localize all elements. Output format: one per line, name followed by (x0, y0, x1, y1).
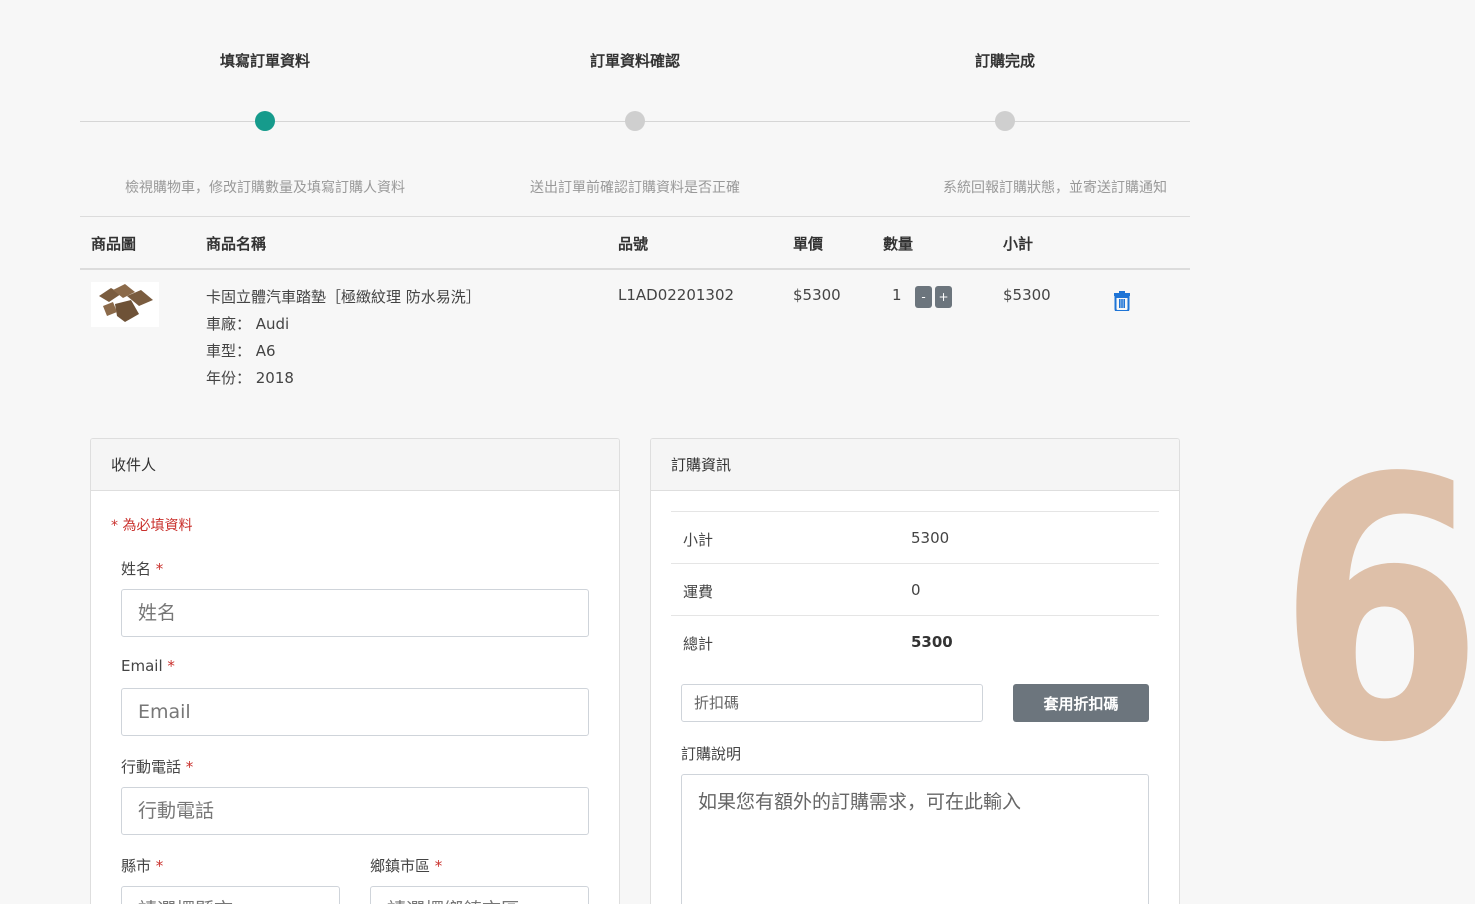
product-brand: 車廠： Audi (206, 315, 290, 333)
county-label: 縣市 * (121, 857, 164, 875)
step-1-description: 檢視購物車，修改訂購數量及填寫訂購人資料 (125, 180, 405, 196)
table-header-border (80, 268, 1190, 270)
order-note-label: 訂購說明 (681, 745, 742, 763)
product-sku: L1AD02201302 (618, 286, 735, 304)
product-unit-price: $5300 (793, 286, 841, 304)
product-year: 年份： 2018 (206, 369, 294, 387)
apply-coupon-button[interactable]: 套用折扣碼 (1013, 684, 1149, 722)
order-info-panel-title: 訂購資訊 (651, 439, 1179, 491)
summary-divider (671, 511, 1159, 512)
quantity-increase-button[interactable]: + (935, 286, 952, 308)
phone-label: 行動電話 * (121, 758, 194, 776)
header-product-image: 商品圖 (91, 235, 137, 253)
name-label: 姓名 * (121, 560, 164, 578)
table-top-border (80, 216, 1190, 217)
trash-icon[interactable] (1114, 291, 1130, 312)
email-label: Email * (121, 657, 175, 675)
step-2-title: 訂單資料確認 (589, 52, 681, 70)
county-select[interactable] (121, 886, 340, 904)
coupon-code-input[interactable] (681, 684, 983, 722)
summary-shipping-label: 運費 (683, 583, 714, 601)
order-note-textarea[interactable] (681, 774, 1149, 904)
step-3-title: 訂購完成 (974, 52, 1036, 70)
phone-input[interactable] (121, 787, 589, 835)
header-sku: 品號 (618, 235, 649, 253)
header-product-name: 商品名稱 (206, 235, 267, 253)
summary-total-label: 總計 (683, 635, 714, 653)
checkout-page: 填寫訂單資料 訂單資料確認 訂購完成 檢視購物車，修改訂購數量及填寫訂購人資料 … (80, 0, 1190, 904)
step-1-title: 填寫訂單資料 (219, 52, 311, 70)
summary-divider (671, 563, 1159, 564)
order-info-panel: 訂購資訊 小計 5300 運費 0 總計 5300 套用折扣碼 訂購說明 (650, 438, 1180, 904)
step-1-dot (255, 111, 275, 131)
header-quantity: 數量 (883, 235, 914, 253)
name-input[interactable] (121, 589, 589, 637)
product-subtotal: $5300 (1003, 286, 1051, 304)
summary-total-value: 5300 (911, 633, 953, 651)
town-select[interactable] (370, 886, 589, 904)
product-name[interactable]: 卡固立體汽車踏墊［極緻紋理 防水易洗］ (206, 286, 481, 307)
summary-subtotal-label: 小計 (683, 531, 714, 549)
step-2-dot (625, 111, 645, 131)
product-model: 車型： A6 (206, 342, 276, 360)
recipient-panel: 收件人 * 為必填資料 姓名 * Email * 行動電話 * 縣市 * 鄉鎮市… (90, 438, 620, 904)
quantity-decrease-button[interactable]: - (915, 286, 932, 308)
product-image[interactable] (91, 282, 159, 327)
summary-divider (671, 615, 1159, 616)
header-subtotal: 小計 (1003, 235, 1034, 253)
required-fields-note: * 為必填資料 (111, 518, 193, 534)
summary-subtotal-value: 5300 (911, 529, 950, 547)
summary-shipping-value: 0 (911, 581, 921, 599)
step-3-description: 系統回報訂購狀態，並寄送訂購通知 (943, 180, 1167, 196)
step-3-dot (995, 111, 1015, 131)
product-quantity: 1 (892, 286, 902, 304)
header-unit-price: 單價 (793, 235, 824, 253)
email-input[interactable] (121, 688, 589, 736)
recipient-panel-title: 收件人 (91, 439, 619, 491)
step-2-description: 送出訂單前確認訂購資料是否正確 (530, 180, 740, 196)
town-label: 鄉鎮市區 * (370, 857, 443, 875)
overlay-number: 6 (1278, 402, 1475, 821)
